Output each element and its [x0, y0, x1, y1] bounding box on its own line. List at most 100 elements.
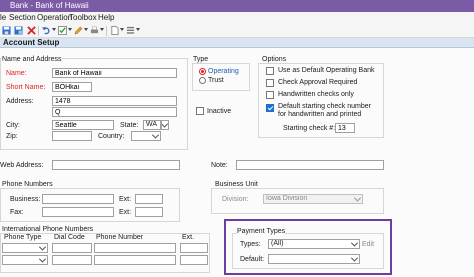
chevron-down-icon[interactable]: [52, 28, 56, 31]
address-line1-input[interactable]: [52, 96, 177, 106]
intl-col-phone-type: Phone Type: [4, 234, 42, 241]
intl-phone-number-input[interactable]: [94, 255, 176, 265]
intl-col-dial-code: Dial Code: [54, 234, 85, 241]
default-operating-bank-checkbox[interactable]: [266, 67, 274, 75]
state-select[interactable]: WA: [143, 120, 161, 130]
toolbar: [0, 24, 474, 38]
type-trust-radio[interactable]: [199, 77, 206, 84]
handwritten-only-checkbox[interactable]: [266, 91, 274, 99]
intl-ext-input[interactable]: [180, 243, 208, 253]
chevron-down-icon: [350, 255, 359, 262]
default-starting-check-label-line2: for handwritten and printed: [278, 111, 362, 118]
toolbar-separator: [38, 26, 39, 36]
zip-label: Zip:: [6, 133, 18, 140]
city-input[interactable]: [52, 120, 114, 130]
division-select[interactable]: Iowa Division: [263, 194, 363, 204]
check-approval-checkbox[interactable]: [266, 79, 274, 87]
menu-operation[interactable]: Operation: [37, 13, 72, 22]
fax-input[interactable]: [42, 207, 114, 217]
chevron-down-icon[interactable]: [68, 28, 72, 31]
handwritten-only-label: Handwritten checks only: [278, 91, 354, 98]
type-trust-label: Trust: [208, 77, 224, 84]
edit-icon[interactable]: [74, 26, 83, 35]
intl-col-ext: Ext.: [182, 234, 195, 241]
city-label: City:: [6, 122, 20, 129]
business-ext-input[interactable]: [135, 194, 163, 204]
section-title: Account Setup: [3, 38, 60, 47]
save-icon[interactable]: [2, 26, 11, 35]
type-operating-label: Operating: [208, 68, 239, 75]
type-operating-radio[interactable]: [199, 68, 206, 75]
note-input[interactable]: [236, 160, 384, 170]
payment-types-select[interactable]: (All): [268, 239, 360, 249]
note-label: Note:: [211, 162, 228, 169]
business-ext-label: Ext:: [119, 196, 132, 203]
short-name-input[interactable]: [52, 82, 92, 92]
menu-file[interactable]: le: [0, 13, 6, 22]
payment-types-heading: Payment Types: [237, 227, 286, 236]
web-address-label: Web Address:: [0, 162, 44, 169]
state-value: WA: [146, 121, 158, 128]
intl-phone-type-select[interactable]: [2, 255, 48, 265]
country-select[interactable]: [131, 131, 161, 141]
intl-phone-number-input[interactable]: [94, 243, 176, 253]
division-value: Iowa Division: [266, 195, 308, 202]
save-all-icon[interactable]: [14, 26, 23, 35]
title-bar: Bank - Bank of Hawaii: [0, 0, 474, 12]
default-starting-check-checkbox[interactable]: [266, 104, 274, 112]
starting-check-input[interactable]: [335, 123, 355, 133]
inactive-checkbox[interactable]: [196, 107, 204, 115]
menu-section[interactable]: Section: [9, 13, 36, 22]
intl-ext-input[interactable]: [180, 255, 208, 265]
chevron-down-icon[interactable]: [84, 28, 88, 31]
address-label: Address:: [6, 98, 34, 105]
fax-label: Fax:: [10, 209, 24, 216]
chevron-down-icon: [151, 132, 160, 139]
menu-bar: le Section Operation Toolbox Help: [0, 12, 474, 24]
name-input[interactable]: [52, 68, 177, 78]
fax-ext-label: Ext:: [119, 209, 132, 216]
undo-icon[interactable]: [42, 26, 51, 35]
toolbar-separator: [106, 26, 107, 36]
address-line2-input[interactable]: [52, 107, 177, 117]
chevron-down-icon: [38, 256, 47, 263]
division-label: Division:: [222, 196, 249, 203]
check-approval-label: Check Approval Required: [278, 79, 358, 86]
payment-default-label: Default:: [240, 256, 265, 263]
inactive-label: Inactive: [207, 108, 232, 115]
zip-input[interactable]: [52, 131, 92, 141]
payment-types-value: (All): [271, 240, 284, 247]
default-operating-bank-label: Use as Default Operating Bank: [278, 67, 375, 74]
intl-phone-type-select[interactable]: [2, 243, 48, 253]
section-header: Account Setup: [0, 38, 474, 48]
chevron-down-icon: [350, 240, 359, 247]
chevron-down-icon: [38, 244, 47, 251]
menu-toolbox[interactable]: Toolbox: [69, 13, 97, 22]
chevron-down-icon: [162, 121, 168, 128]
intl-dial-code-input[interactable]: [52, 255, 92, 265]
chevron-down-icon[interactable]: [100, 28, 104, 31]
short-name-label: Short Name:: [6, 84, 46, 91]
page-icon[interactable]: [110, 26, 119, 35]
intl-dial-code-input[interactable]: [52, 243, 92, 253]
payment-types-edit-link[interactable]: Edit: [362, 240, 374, 249]
country-label: Country:: [98, 133, 125, 140]
list-icon[interactable]: [126, 26, 135, 35]
chevron-down-icon[interactable]: [120, 28, 124, 31]
close-icon[interactable]: [27, 26, 36, 35]
chevron-down-icon[interactable]: [136, 28, 140, 31]
fax-ext-input[interactable]: [135, 207, 163, 217]
checkmark-icon[interactable]: [58, 26, 67, 35]
intl-col-phone-number: Phone Number: [96, 234, 144, 241]
web-address-input[interactable]: [52, 160, 180, 170]
business-phone-label: Business:: [10, 196, 41, 203]
state-dropdown-button[interactable]: [161, 120, 169, 130]
state-label: State:: [120, 122, 139, 129]
starting-check-label: Starting check #:: [283, 125, 336, 132]
name-label: Name:: [6, 70, 27, 77]
business-phone-input[interactable]: [42, 194, 114, 204]
print-icon[interactable]: [90, 26, 99, 35]
name-address-heading: Name and Address: [2, 55, 62, 64]
payment-default-select[interactable]: [268, 254, 360, 264]
menu-help[interactable]: Help: [98, 13, 114, 22]
